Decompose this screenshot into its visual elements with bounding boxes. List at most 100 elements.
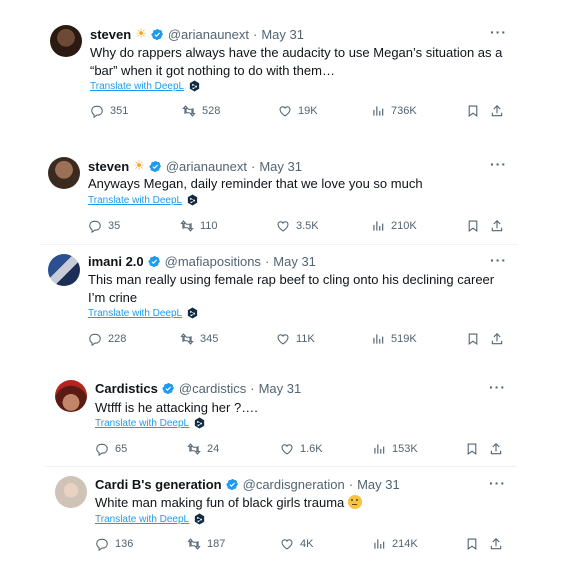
tweet-1[interactable]: steven ☀ @arianaunext · May 31 ··· Why d…	[40, 14, 518, 128]
handle[interactable]: @arianaunext	[168, 27, 249, 42]
share-icon	[490, 219, 504, 233]
bookmark-button[interactable]	[466, 219, 486, 233]
translate-link[interactable]: Translate with DeepL	[90, 80, 200, 92]
translate-label[interactable]: Translate with DeepL	[90, 81, 184, 92]
views-button[interactable]: 210K	[371, 219, 417, 233]
display-name[interactable]: steven	[88, 159, 129, 174]
retweet-button[interactable]: 345	[180, 332, 218, 346]
translate-link[interactable]: Translate with DeepL	[88, 194, 198, 206]
more-icon[interactable]: ···	[489, 379, 506, 395]
views-button[interactable]: 736K	[371, 104, 417, 118]
more-icon[interactable]: ···	[489, 475, 506, 491]
bookmark-icon	[466, 332, 480, 346]
retweet-count: 528	[202, 105, 221, 117]
action-bar: 136 187 4K 214K	[95, 537, 515, 555]
translate-link[interactable]: Translate with DeepL	[88, 307, 198, 319]
views-button[interactable]: 153K	[372, 442, 418, 456]
retweet-count: 187	[207, 538, 226, 550]
avatar[interactable]	[55, 380, 87, 412]
action-bar: 35 110 3.5K 210K	[88, 219, 508, 237]
translate-link[interactable]: Translate with DeepL	[95, 417, 205, 429]
handle[interactable]: @cardistics	[179, 381, 246, 396]
tweet-header: steven ☀ @arianaunext · May 31	[90, 26, 304, 42]
reply-button[interactable]: 35	[88, 219, 120, 233]
like-count: 1.6K	[300, 443, 323, 455]
retweet-button[interactable]: 528	[182, 104, 220, 118]
views-button[interactable]: 519K	[371, 332, 417, 346]
bookmark-button[interactable]	[466, 104, 486, 118]
more-icon[interactable]: ···	[490, 252, 507, 268]
tweet-text: White man making fun of black girls trau…	[95, 495, 345, 510]
retweet-button[interactable]: 187	[187, 537, 225, 551]
like-button[interactable]: 1.6K	[280, 442, 323, 456]
views-icon	[372, 537, 386, 551]
reply-count: 228	[108, 333, 127, 345]
retweet-button[interactable]: 24	[187, 442, 219, 456]
separator: ·	[348, 477, 354, 492]
separator: ·	[253, 26, 258, 42]
sun-emoji: ☀	[135, 26, 147, 41]
reply-button[interactable]: 136	[95, 537, 133, 551]
avatar[interactable]	[55, 476, 87, 508]
like-button[interactable]: 3.5K	[276, 219, 319, 233]
views-count: 210K	[391, 220, 417, 232]
more-icon[interactable]: ···	[490, 24, 507, 40]
tweet-text: Why do rappers always have the audacity …	[90, 45, 503, 78]
like-button[interactable]: 4K	[280, 537, 313, 551]
verified-icon	[226, 478, 239, 491]
translate-label[interactable]: Translate with DeepL	[95, 514, 189, 525]
reply-button[interactable]: 65	[95, 442, 127, 456]
reply-count: 136	[115, 538, 134, 550]
tweet-4[interactable]: Cardistics @cardistics · May 31 ··· Wtff…	[45, 372, 517, 466]
like-count: 19K	[298, 105, 318, 117]
like-icon	[280, 537, 294, 551]
tweet-3[interactable]: imani 2.0 @mafiapositions · May 31 ··· T…	[40, 245, 518, 357]
timestamp[interactable]: May 31	[261, 27, 304, 42]
handle[interactable]: @cardisgneration	[243, 477, 345, 492]
share-button[interactable]	[490, 104, 510, 118]
share-button[interactable]	[490, 332, 510, 346]
like-count: 4K	[300, 538, 314, 550]
views-count: 519K	[391, 333, 417, 345]
views-button[interactable]: 214K	[372, 537, 418, 551]
bookmark-button[interactable]	[466, 332, 486, 346]
timestamp[interactable]: May 31	[259, 381, 302, 396]
views-count: 736K	[391, 105, 417, 117]
reply-icon	[95, 537, 109, 551]
display-name[interactable]: imani 2.0	[88, 254, 144, 269]
timestamp[interactable]: May 31	[357, 477, 400, 492]
avatar[interactable]	[48, 157, 80, 189]
like-button[interactable]: 19K	[278, 104, 318, 118]
handle[interactable]: @mafiapositions	[165, 254, 261, 269]
reply-button[interactable]: 228	[88, 332, 126, 346]
translate-link[interactable]: Translate with DeepL	[95, 513, 205, 525]
share-button[interactable]	[489, 537, 509, 551]
reply-button[interactable]: 351	[90, 104, 128, 118]
bookmark-button[interactable]	[465, 537, 485, 551]
bookmark-button[interactable]	[465, 442, 485, 456]
share-button[interactable]	[490, 219, 510, 233]
action-bar: 228 345 11K 519K	[88, 332, 508, 350]
more-icon[interactable]: ···	[490, 156, 507, 172]
views-icon	[372, 442, 386, 456]
retweet-icon	[180, 219, 194, 233]
avatar[interactable]	[48, 254, 80, 286]
timestamp[interactable]: May 31	[259, 159, 302, 174]
timestamp[interactable]: May 31	[273, 254, 316, 269]
tweet-2[interactable]: steven ☀ @arianaunext · May 31 ··· Anywa…	[40, 148, 518, 244]
tweet-header: steven ☀ @arianaunext · May 31	[88, 158, 302, 174]
translate-label[interactable]: Translate with DeepL	[88, 308, 182, 319]
like-count: 3.5K	[296, 220, 319, 232]
retweet-button[interactable]: 110	[180, 219, 218, 233]
handle[interactable]: @arianaunext	[166, 159, 247, 174]
translate-label[interactable]: Translate with DeepL	[95, 418, 189, 429]
share-icon	[489, 537, 503, 551]
translate-label[interactable]: Translate with DeepL	[88, 195, 182, 206]
like-button[interactable]: 11K	[276, 332, 315, 346]
share-button[interactable]	[489, 442, 509, 456]
tweet-5[interactable]: Cardi B's generation @cardisgneration · …	[45, 467, 517, 563]
avatar[interactable]	[50, 25, 82, 57]
display-name[interactable]: steven	[90, 27, 131, 42]
display-name[interactable]: Cardistics	[95, 381, 158, 396]
display-name[interactable]: Cardi B's generation	[95, 477, 222, 492]
